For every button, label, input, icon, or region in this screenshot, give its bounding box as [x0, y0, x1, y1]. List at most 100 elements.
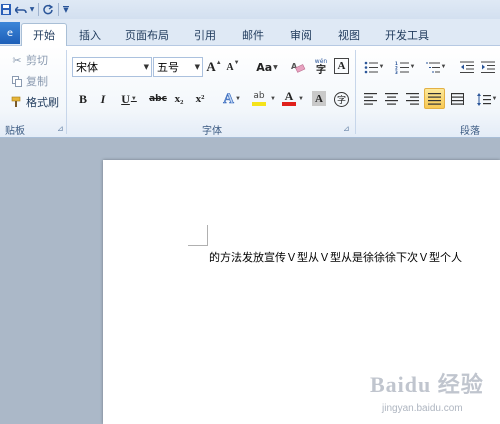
chevron-down-icon: ▼ [143, 63, 149, 71]
numbering-button[interactable]: 1 2 3 ▼ [392, 57, 418, 77]
decrease-indent-button[interactable] [459, 57, 475, 77]
save-icon[interactable] [0, 2, 12, 17]
strikethrough-button[interactable]: abc [148, 89, 168, 109]
subscript-icon: x₂ [174, 93, 184, 105]
scissors-icon: ✂ [12, 53, 22, 67]
character-shading-button[interactable]: A [312, 91, 326, 106]
change-case-button[interactable]: Aa ▼ [253, 57, 281, 77]
ribbon-home: ✂ 剪切 复制 格式刷 贴板 ⊿ 宋体 ▼ 五号 ▼ A ▲ A ▼ Aa ▼ A w… [0, 46, 500, 138]
character-border-icon: A [337, 60, 346, 72]
format-painter-icon [10, 96, 24, 108]
highlight-dropdown[interactable]: ▼ [269, 89, 276, 109]
tab-review[interactable]: 审阅 [280, 23, 322, 46]
watermark-url: jingyan.baidu.com [382, 403, 463, 414]
enclose-characters-icon: 字 [334, 91, 349, 107]
align-left-button[interactable] [362, 89, 378, 109]
line-spacing-icon [476, 92, 491, 106]
svg-text:3: 3 [395, 70, 398, 74]
multilevel-list-button[interactable]: ▼ [423, 57, 449, 77]
margin-corner-mark [188, 245, 208, 246]
tab-page-layout[interactable]: 页面布局 [116, 23, 178, 46]
increase-indent-icon [481, 61, 495, 73]
phonetic-char: 字 [316, 65, 326, 76]
undo-icon[interactable] [13, 2, 29, 17]
format-painter-button[interactable]: 格式刷 [10, 94, 59, 110]
baidu-jingyan-watermark: Baidu 经验 jingyan.baidu.com [370, 367, 495, 419]
character-border-button[interactable]: A [334, 58, 349, 74]
grow-font-icon: A [206, 59, 216, 74]
copy-button[interactable]: 复制 [10, 73, 48, 89]
highlight-button[interactable]: ab [247, 88, 271, 108]
strikethrough-icon: abc [149, 94, 167, 104]
clipboard-dialog-launcher-icon[interactable]: ⊿ [57, 124, 64, 133]
align-center-button[interactable] [383, 89, 399, 109]
character-shading-icon: A [315, 92, 323, 105]
tab-developer[interactable]: 开发工具 [376, 23, 438, 46]
change-case-icon: Aa [256, 60, 273, 74]
align-center-icon [384, 93, 398, 105]
tab-mailings[interactable]: 邮件 [232, 23, 274, 46]
phonetic-guide-button[interactable]: wén 字 [312, 57, 330, 77]
enclose-characters-button[interactable]: 字 [333, 89, 350, 109]
font-name-combo[interactable]: 宋体 ▼ [72, 57, 152, 77]
chevron-down-icon: ▼ [194, 63, 200, 71]
font-size-combo[interactable]: 五号 ▼ [153, 57, 203, 77]
tab-insert[interactable]: 插入 [69, 23, 111, 46]
shrink-font-icon: A [226, 61, 234, 73]
toolbar-separator [58, 3, 59, 16]
phonetic-guide-icon: wén [314, 58, 328, 65]
font-color-button[interactable]: A [281, 88, 297, 108]
ribbon-tab-bar: e 开始 插入 页面布局 引用 邮件 审阅 视图 开发工具 [0, 19, 500, 46]
justify-button[interactable] [424, 88, 445, 109]
underline-button[interactable]: U ▼ [118, 89, 140, 109]
clear-formatting-icon: A [291, 62, 306, 73]
cut-button[interactable]: ✂ 剪切 [10, 52, 48, 68]
cut-label: 剪切 [26, 54, 48, 67]
font-name-value: 宋体 [76, 61, 98, 74]
paragraph-group-label: 段落 [460, 125, 480, 137]
align-right-icon [405, 93, 419, 105]
font-size-value: 五号 [157, 61, 179, 74]
italic-icon: I [100, 91, 106, 106]
redo-icon[interactable] [41, 2, 55, 17]
subscript-button[interactable]: x₂ [171, 89, 187, 109]
numbering-icon: 123 [395, 61, 409, 74]
bold-button[interactable]: B [76, 89, 90, 109]
shrink-font-button[interactable]: A ▼ [225, 57, 241, 77]
format-painter-label: 格式刷 [26, 96, 59, 109]
font-color-bar [282, 102, 296, 106]
customize-quick-access-icon[interactable]: ▼ [61, 2, 71, 17]
underline-icon: U [121, 91, 130, 106]
text-effects-icon: A [223, 90, 234, 107]
tab-home[interactable]: 开始 [21, 23, 67, 46]
tab-file[interactable]: e [0, 22, 20, 44]
grow-font-button[interactable]: A ▲ [206, 57, 222, 77]
tab-references[interactable]: 引用 [184, 23, 226, 46]
bullets-button[interactable]: ▼ [361, 57, 387, 77]
distributed-icon [450, 93, 464, 105]
superscript-button[interactable]: x² [192, 89, 208, 109]
tab-view[interactable]: 视图 [328, 23, 370, 46]
copy-icon [10, 75, 24, 87]
document-text[interactable]: 的方法发放宣传Ｖ型从Ｖ型从是徐徐徐下次Ｖ型个人 [209, 249, 462, 265]
bold-icon: B [78, 91, 87, 106]
align-left-icon [363, 93, 377, 105]
italic-button[interactable]: I [97, 89, 109, 109]
clear-formatting-button[interactable]: A [289, 57, 307, 77]
justify-icon [428, 92, 441, 105]
highlight-icon: ab [253, 90, 265, 101]
superscript-icon: x² [195, 93, 205, 105]
undo-dropdown-icon[interactable]: ▼ [29, 2, 35, 17]
group-separator [355, 50, 356, 134]
increase-indent-button[interactable] [480, 57, 496, 77]
decrease-indent-icon [460, 61, 474, 73]
text-effects-button[interactable]: A ▼ [220, 89, 244, 109]
font-color-icon: A [284, 89, 294, 103]
line-spacing-button[interactable]: ▼ [475, 89, 499, 109]
copy-label: 复制 [26, 75, 48, 88]
distributed-button[interactable] [449, 89, 465, 109]
font-color-dropdown[interactable]: ▼ [297, 89, 304, 109]
bullets-icon [364, 61, 378, 73]
font-dialog-launcher-icon[interactable]: ⊿ [343, 124, 350, 133]
align-right-button[interactable] [404, 89, 420, 109]
